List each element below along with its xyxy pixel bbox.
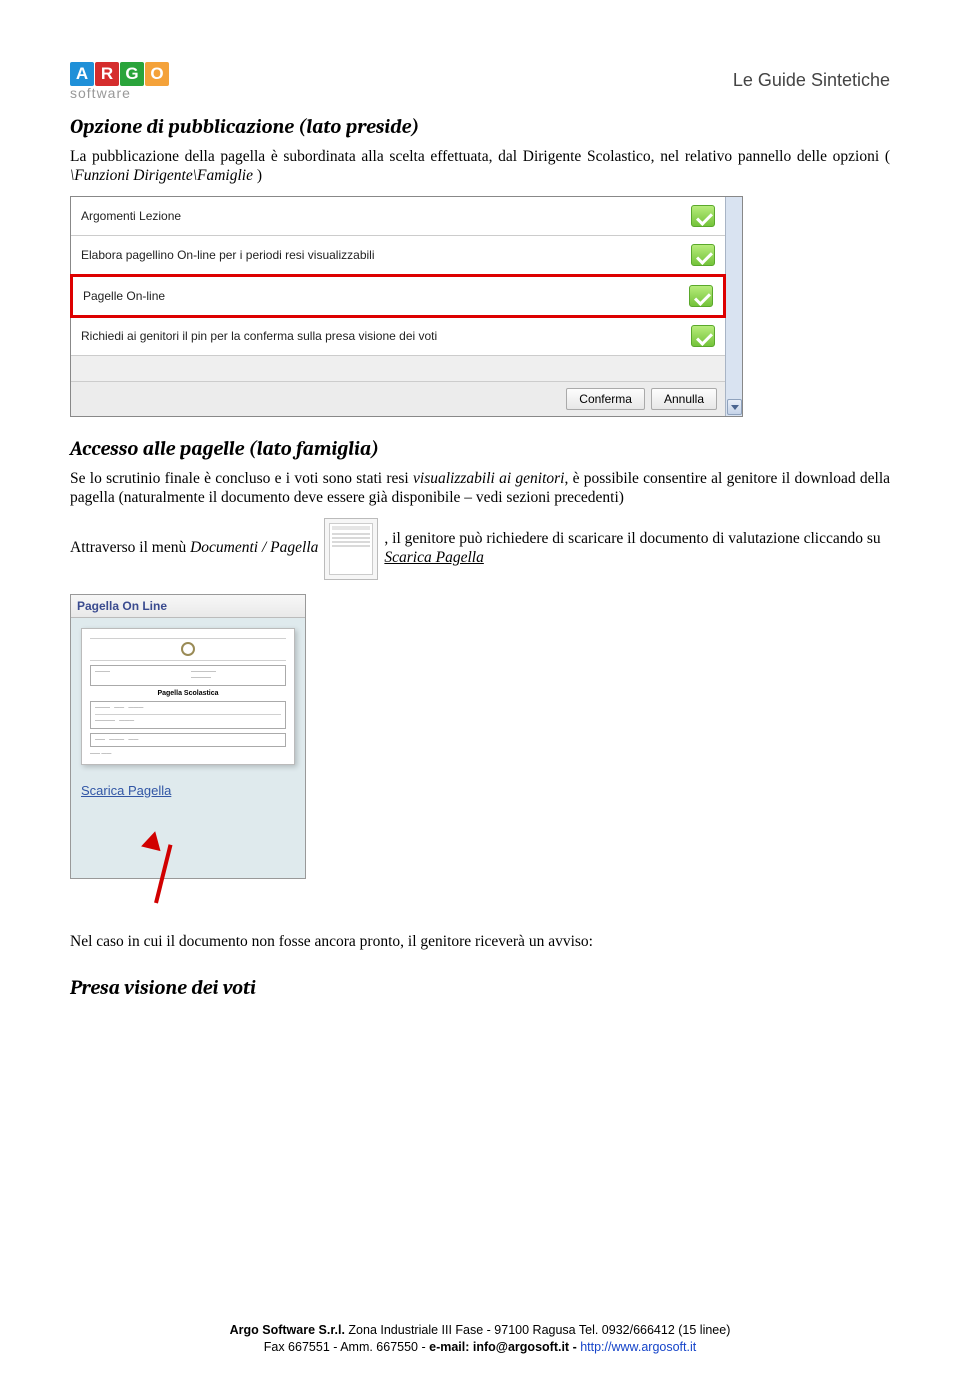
scroll-down-icon[interactable] — [727, 399, 742, 415]
preview-text: ―――― ――― — [95, 718, 281, 725]
preview-text: ――― — [95, 669, 185, 682]
guide-title: Le Guide Sintetiche — [733, 70, 890, 91]
footer-url-link[interactable]: http://www.argosoft.it — [580, 1340, 696, 1354]
text-fragment-italic: \Funzioni Dirigente\Famiglie — [70, 167, 253, 184]
toggle-on-icon[interactable] — [691, 325, 715, 347]
confirm-button[interactable]: Conferma — [566, 388, 645, 410]
logo-letter: G — [120, 62, 144, 86]
section2-paragraph: Se lo scrutinio finale è concluso e i vo… — [70, 470, 890, 508]
logo-sublabel: software — [70, 85, 131, 101]
crest-icon — [181, 642, 195, 656]
logo-letter: O — [145, 62, 169, 86]
preview-title: Pagella Scolastica — [90, 690, 286, 697]
scrollbar[interactable] — [725, 197, 742, 416]
toggle-on-icon[interactable] — [691, 205, 715, 227]
panel-footer: Conferma Annulla — [71, 382, 725, 416]
footer-email: e-mail: info@argosoft.it - — [429, 1340, 580, 1354]
option-row[interactable]: Richiedi ai genitori il pin per la confe… — [71, 317, 725, 356]
text-fragment: ) — [253, 167, 262, 184]
page-header: A R G O software Le Guide Sintetiche — [70, 62, 890, 101]
preview-text: ―― ―― — [90, 751, 286, 758]
download-pagella-link[interactable]: Scarica Pagella — [81, 783, 171, 798]
annotation-arrow-icon — [140, 837, 184, 903]
preview-text: ――――――――― — [191, 669, 281, 682]
footer-company: Argo Software S.r.l. — [230, 1323, 345, 1337]
option-label: Elabora pagellino On-line per i periodi … — [81, 248, 374, 262]
options-panel-screenshot: Argomenti Lezione Elabora pagellino On-l… — [70, 196, 743, 417]
page-footer: Argo Software S.r.l. Zona Industriale II… — [0, 1322, 960, 1356]
toggle-on-icon[interactable] — [689, 285, 713, 307]
panel-spacer — [71, 356, 725, 382]
preview-text: ―― ――― ―― — [95, 737, 281, 744]
footer-fax: Fax 667551 - Amm. 667550 - — [264, 1340, 429, 1354]
option-row-highlighted[interactable]: Pagelle On-line — [70, 274, 726, 318]
logo-letter: A — [70, 62, 94, 86]
option-label: Argomenti Lezione — [81, 209, 181, 223]
logo-letter: R — [95, 62, 119, 86]
section-title-3: Presa visione dei voti — [70, 976, 890, 999]
text-fragment-italic: Documenti / Pagella — [190, 539, 318, 556]
toggle-on-icon[interactable] — [691, 244, 715, 266]
preview-text: ――― ―― ――― — [95, 705, 281, 712]
text-fragment: , il genitore può richiedere di scaricar… — [384, 530, 880, 547]
brand-logo: A R G O software — [70, 62, 169, 101]
text-fragment: Se lo scrutinio finale è concluso e i vo… — [70, 470, 413, 487]
option-row[interactable]: Argomenti Lezione — [71, 197, 725, 236]
pagella-online-screenshot: Pagella On Line ――― ――――――――― Pagella Sc… — [70, 594, 306, 879]
inline-instruction: Attraverso il menù Documenti / Pagella ,… — [70, 518, 890, 580]
text-fragment-italic: visualizzabili ai genitori — [413, 470, 564, 487]
cancel-button[interactable]: Annulla — [651, 388, 717, 410]
option-label: Pagelle On-line — [83, 289, 165, 303]
document-preview: ――― ――――――――― Pagella Scolastica ――― ―― … — [81, 628, 295, 765]
section-title-1: Opzione di pubblicazione (lato preside) — [70, 115, 890, 138]
option-row[interactable]: Elabora pagellino On-line per i periodi … — [71, 236, 725, 275]
section-title-2: Accesso alle pagelle (lato famiglia) — [70, 437, 890, 460]
window-titlebar: Pagella On Line — [71, 595, 305, 618]
section1-paragraph: La pubblicazione della pagella è subordi… — [70, 148, 890, 186]
text-fragment: La pubblicazione della pagella è subordi… — [70, 148, 890, 165]
footer-address: Zona Industriale III Fase - 97100 Ragusa… — [345, 1323, 730, 1337]
text-fragment-underline: Scarica Pagella — [384, 549, 483, 566]
option-label: Richiedi ai genitori il pin per la confe… — [81, 329, 437, 343]
pagella-document-icon[interactable] — [324, 518, 378, 580]
closing-paragraph: Nel caso in cui il documento non fosse a… — [70, 933, 890, 952]
text-fragment: Attraverso il menù — [70, 539, 190, 556]
